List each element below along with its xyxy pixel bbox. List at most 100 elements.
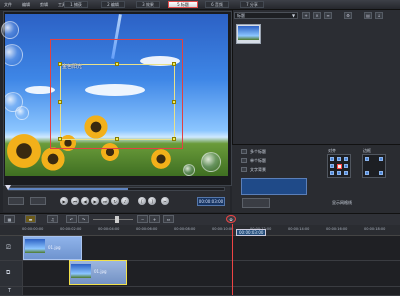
ruler-tick: 00:00:00:00 bbox=[22, 227, 44, 231]
video-track-header: ⎚ bbox=[0, 236, 23, 260]
next-frame-icon[interactable]: ▶ bbox=[91, 197, 99, 205]
mark-in-icon[interactable]: [ bbox=[138, 197, 146, 205]
tab-title[interactable]: 5 标题 bbox=[168, 1, 198, 8]
add-icon[interactable]: + bbox=[302, 12, 310, 19]
trim-start-marker[interactable] bbox=[5, 185, 11, 190]
align-dot[interactable] bbox=[344, 171, 348, 175]
menu-edit[interactable]: 编辑 bbox=[22, 2, 30, 8]
resize-handle[interactable] bbox=[115, 137, 119, 141]
ruler-tick: 00:00:06:00 bbox=[136, 227, 158, 231]
overlay-track-header: ⧉ bbox=[0, 261, 23, 286]
resize-handle[interactable] bbox=[115, 62, 119, 66]
timecode-display[interactable]: 00:00:03:00 bbox=[197, 197, 225, 206]
redo-icon[interactable]: ↷ bbox=[78, 215, 89, 223]
show-grid-option[interactable]: 显示网格线 bbox=[332, 200, 352, 206]
delete-icon[interactable]: × bbox=[313, 12, 321, 19]
clip-thumbnail bbox=[25, 239, 45, 253]
resize-handle[interactable] bbox=[58, 137, 62, 141]
tab-audio[interactable]: 6 音频 bbox=[205, 1, 229, 8]
repeat-icon[interactable]: ↻ bbox=[111, 197, 119, 205]
dropdown-value: 标题 bbox=[237, 12, 245, 18]
storyboard-view-icon[interactable]: ▦ bbox=[4, 215, 15, 223]
undo-icon[interactable]: ↶ bbox=[66, 215, 77, 223]
overlay-clip[interactable]: 01.jpg bbox=[69, 260, 127, 285]
project-mode-button[interactable] bbox=[8, 197, 24, 205]
text-background-option[interactable]: 文字背景 bbox=[250, 167, 266, 173]
import-icon[interactable]: ↓ bbox=[375, 12, 383, 19]
resize-handle[interactable] bbox=[58, 100, 62, 104]
prev-frame-icon[interactable]: ◀ bbox=[81, 197, 89, 205]
video-track-icon: ⎚ bbox=[6, 244, 11, 251]
resize-handle[interactable] bbox=[172, 100, 176, 104]
color-swatch[interactable] bbox=[241, 178, 307, 195]
align-dot[interactable] bbox=[330, 164, 334, 168]
border-dot[interactable] bbox=[379, 171, 383, 175]
border-dot[interactable] bbox=[365, 171, 369, 175]
bubble bbox=[201, 152, 221, 172]
scrub-progress bbox=[8, 188, 128, 190]
align-dot[interactable] bbox=[337, 171, 341, 175]
end-icon[interactable]: ⏭ bbox=[101, 197, 109, 205]
zoom-slider-handle[interactable] bbox=[115, 216, 119, 223]
resize-handle[interactable] bbox=[172, 137, 176, 141]
tab-share[interactable]: 7 分享 bbox=[240, 1, 264, 8]
preview-title-text[interactable]: 金色阳光 bbox=[62, 63, 82, 70]
sort-icon[interactable]: ≡ bbox=[324, 12, 332, 19]
track-manager-icon[interactable]: ✿ bbox=[226, 215, 236, 223]
timeline-view-icon[interactable]: ▬ bbox=[25, 215, 36, 223]
thumbnail-image bbox=[238, 26, 259, 40]
overlay-track-icon: ⧉ bbox=[6, 269, 11, 276]
timeline-toolbar bbox=[0, 213, 400, 225]
play-icon[interactable]: ▶ bbox=[60, 197, 68, 205]
video-clip[interactable]: 01.jpg bbox=[23, 236, 82, 260]
text-background-icon[interactable] bbox=[241, 167, 247, 172]
align-dot[interactable] bbox=[344, 157, 348, 161]
align-dot[interactable] bbox=[330, 157, 334, 161]
clip-thumbnail bbox=[71, 264, 91, 278]
bubble bbox=[5, 44, 23, 66]
home-icon[interactable]: ⏮ bbox=[71, 197, 79, 205]
align-dot[interactable] bbox=[344, 164, 348, 168]
overlay-track[interactable] bbox=[0, 261, 400, 287]
resize-handle[interactable] bbox=[58, 62, 62, 66]
clip-mode-button[interactable] bbox=[30, 197, 46, 205]
ruler-tick: 00:00:14:00 bbox=[288, 227, 310, 231]
chevron-down-icon[interactable]: ▼ bbox=[292, 13, 295, 18]
multi-title-option[interactable]: 多个标题 bbox=[250, 149, 266, 155]
tab-edit[interactable]: 2 编辑 bbox=[101, 1, 125, 8]
resize-handle[interactable] bbox=[172, 62, 176, 66]
align-dot[interactable] bbox=[337, 157, 341, 161]
single-title-icon[interactable] bbox=[241, 158, 247, 163]
align-grid[interactable] bbox=[327, 154, 351, 178]
zoom-out-icon[interactable]: − bbox=[137, 215, 148, 223]
fit-project-icon[interactable]: ⇔ bbox=[163, 215, 174, 223]
title-track-icon: T bbox=[8, 288, 12, 294]
border-dot[interactable] bbox=[379, 157, 383, 161]
audio-view-icon[interactable]: ♫ bbox=[47, 215, 58, 223]
library-options-icon[interactable]: ⚙ bbox=[344, 12, 352, 19]
ruler-tick: 00:00:10:00 bbox=[212, 227, 234, 231]
split-icon[interactable]: ✂ bbox=[161, 197, 169, 205]
ruler-tick: 00:00:16:00 bbox=[326, 227, 348, 231]
single-title-option[interactable]: 单个标题 bbox=[250, 158, 266, 164]
menu-clip[interactable]: 剪辑 bbox=[40, 2, 48, 8]
bubble bbox=[183, 164, 195, 176]
align-dot[interactable] bbox=[330, 171, 334, 175]
menu-file[interactable]: 文件 bbox=[4, 2, 12, 8]
font-size-field[interactable] bbox=[242, 198, 270, 208]
zoom-in-icon[interactable]: + bbox=[149, 215, 160, 223]
border-dot[interactable] bbox=[365, 157, 369, 161]
ruler-tick: 00:00:04:00 bbox=[98, 227, 120, 231]
multi-title-icon[interactable] bbox=[241, 149, 247, 154]
tab-effect[interactable]: 3 效果 bbox=[136, 1, 160, 8]
border-grid[interactable] bbox=[362, 154, 386, 178]
mark-out-icon[interactable]: ] bbox=[148, 197, 156, 205]
volume-icon[interactable]: ♪ bbox=[121, 197, 129, 205]
zoom-slider[interactable] bbox=[93, 219, 133, 220]
library-view-icon[interactable]: ▤ bbox=[364, 12, 372, 19]
align-center-dot[interactable] bbox=[337, 164, 342, 169]
title-text-box[interactable] bbox=[60, 64, 175, 140]
playhead[interactable] bbox=[232, 224, 233, 295]
tab-capture[interactable]: 1 捕获 bbox=[64, 1, 88, 8]
library-dropdown[interactable]: 标题 bbox=[234, 12, 298, 19]
